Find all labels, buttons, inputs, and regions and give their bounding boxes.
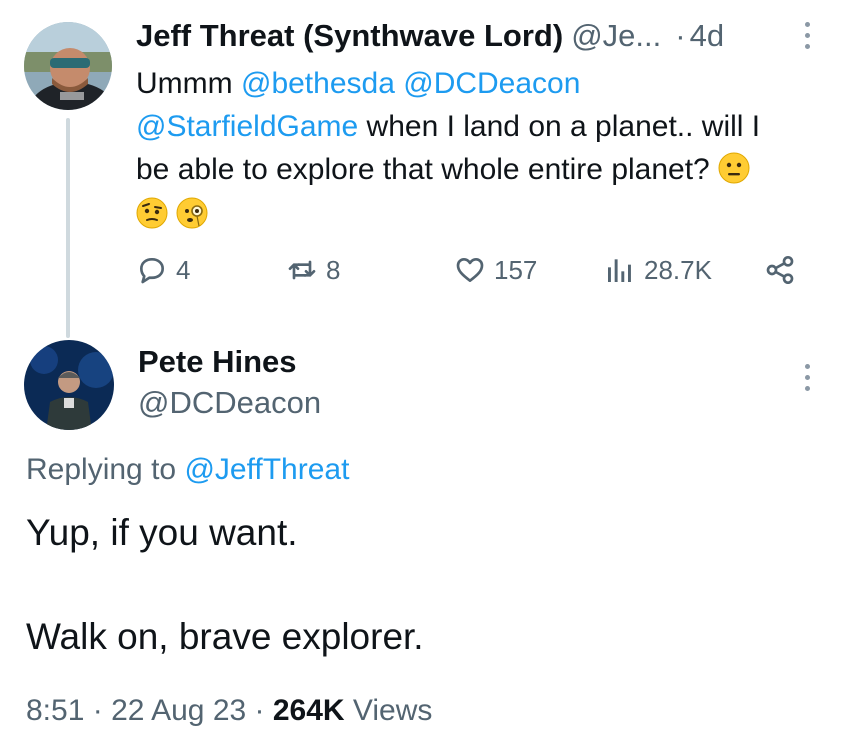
tweet2-text-line1: Yup, if you want. <box>26 512 298 553</box>
share-icon <box>766 255 794 284</box>
tweet1-header: Jeff Threat (Synthwave Lord) @Je... · 4d <box>136 18 724 54</box>
tweet1-action-bar: 4 8 157 28.7K <box>136 254 806 294</box>
reply-icon <box>140 258 164 284</box>
tweet2-views-label: Views <box>344 694 433 727</box>
views-count: 28.7K <box>644 254 712 285</box>
reply-button[interactable]: 4 <box>136 254 190 286</box>
replying-to-label: Replying to <box>26 453 185 486</box>
tweet2-date[interactable]: 22 Aug 23 <box>111 694 246 727</box>
thread-connector-line <box>66 118 70 338</box>
tweet1-text-line3: be able to explore that whole entire pla… <box>136 153 710 186</box>
tweet1-text: Ummm @bethesda @DCDeacon @StarfieldGame … <box>136 62 826 236</box>
tweet1-time-separator: · <box>675 18 686 53</box>
tweet2-meta: 8:51 · 22 Aug 23 · 264K Views <box>26 694 432 728</box>
like-icon <box>456 258 484 282</box>
retweet-count: 8 <box>326 254 341 285</box>
raised-eyebrow-face-emoji-icon <box>136 197 168 229</box>
reply-count: 4 <box>176 254 191 285</box>
retweet-button[interactable]: 8 <box>286 254 340 286</box>
views-icon <box>608 259 631 282</box>
tweet2-text-line2: Walk on, brave explorer. <box>26 616 424 657</box>
mention-bethesda[interactable]: @bethesda <box>241 67 395 100</box>
tweet1-author-handle[interactable]: @Je... <box>571 18 661 54</box>
meta-separator-2: · <box>246 694 273 727</box>
views-button[interactable]: 28.7K <box>604 254 712 286</box>
like-button[interactable]: 157 <box>454 254 537 286</box>
tweet1-more-icon[interactable] <box>802 22 812 49</box>
meta-separator-1: · <box>84 694 112 727</box>
tweet2-more-icon[interactable] <box>802 364 812 391</box>
tweet1-timestamp[interactable]: 4d <box>690 18 724 54</box>
mention-starfieldgame[interactable]: @StarfieldGame <box>136 110 358 143</box>
like-count: 157 <box>494 254 538 285</box>
mention-dcdeacon[interactable]: @DCDeacon <box>403 67 580 100</box>
tweet2-time[interactable]: 8:51 <box>26 694 84 727</box>
tweet2-author-handle[interactable]: @DCDeacon <box>138 385 321 421</box>
tweet2-views-count[interactable]: 264K <box>273 694 345 727</box>
replying-to-line: Replying to @JeffThreat <box>26 453 349 487</box>
avatar-jeff-threat[interactable] <box>24 22 112 110</box>
tweet1-text-line2: when I land on a planet.. will I <box>358 110 761 143</box>
tweet1-author-name[interactable]: Jeff Threat (Synthwave Lord) <box>136 18 563 54</box>
retweet-icon <box>288 260 316 280</box>
share-button[interactable] <box>764 254 796 286</box>
tweet1-text-prefix: Ummm <box>136 67 241 100</box>
tweet2-author-name[interactable]: Pete Hines <box>138 344 297 380</box>
neutral-face-emoji-icon <box>718 152 750 184</box>
face-with-monocle-emoji-icon <box>176 197 208 229</box>
mention-jeffthreat[interactable]: @JeffThreat <box>184 453 349 486</box>
avatar-pete-hines[interactable] <box>24 340 114 430</box>
